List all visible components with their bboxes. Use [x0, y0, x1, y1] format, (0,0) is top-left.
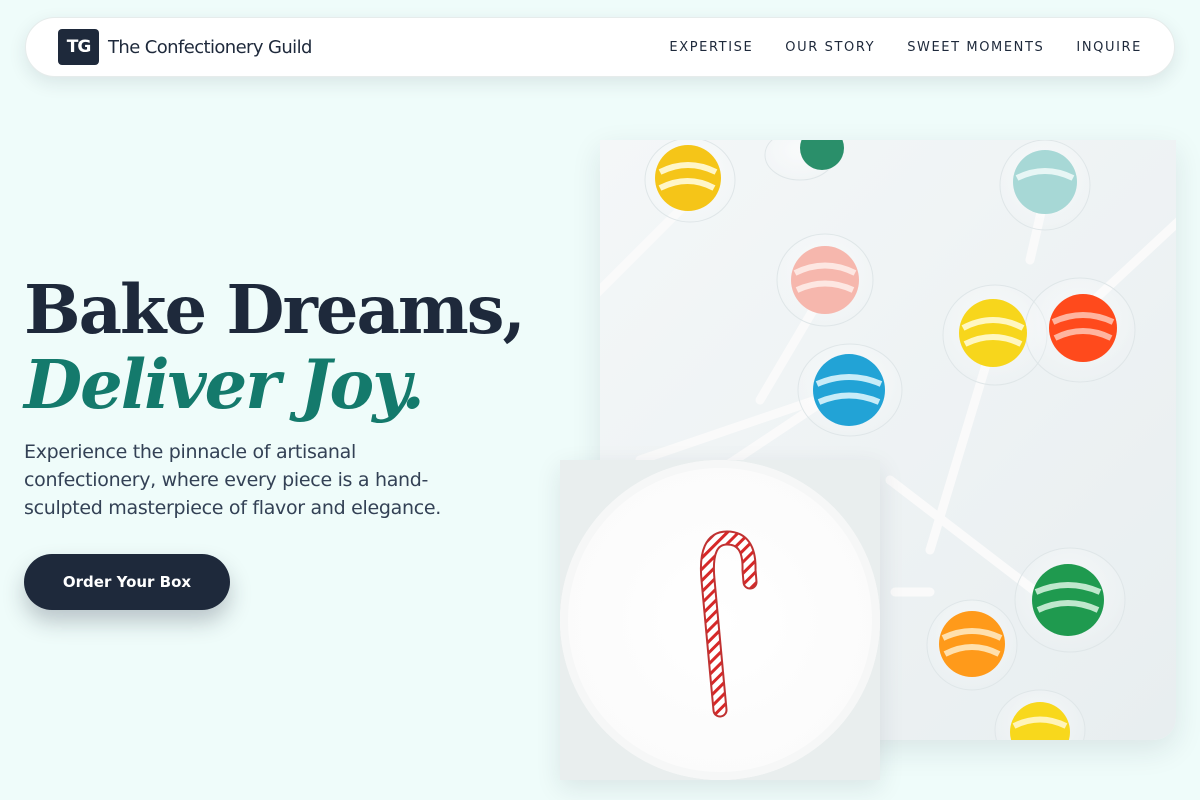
nav-link-sweet-moments[interactable]: SWEET MOMENTS — [907, 40, 1044, 55]
hero-title: Bake Dreams, Deliver Joy. — [24, 270, 544, 420]
logo-mark: TG — [58, 29, 99, 65]
order-box-button[interactable]: Order Your Box — [24, 554, 230, 610]
nav-links: EXPERTISE OUR STORY SWEET MOMENTS INQUIR… — [669, 40, 1142, 55]
brand-name: The Confectionery Guild — [108, 36, 312, 58]
hero-title-line2: Deliver Joy. — [24, 345, 425, 424]
brand-logo[interactable]: TG The Confectionery Guild — [58, 29, 312, 65]
top-navbar: TG The Confectionery Guild EXPERTISE OUR… — [25, 17, 1175, 77]
nav-link-expertise[interactable]: EXPERTISE — [669, 40, 753, 55]
hero-title-line1: Bake Dreams, — [24, 270, 526, 349]
candy-cane-card — [560, 460, 880, 780]
candy-cane-plate — [560, 460, 880, 780]
hero-description: Experience the pinnacle of artisanal con… — [24, 441, 442, 519]
nav-link-inquire[interactable]: INQUIRE — [1076, 40, 1142, 55]
nav-link-our-story[interactable]: OUR STORY — [785, 40, 875, 55]
